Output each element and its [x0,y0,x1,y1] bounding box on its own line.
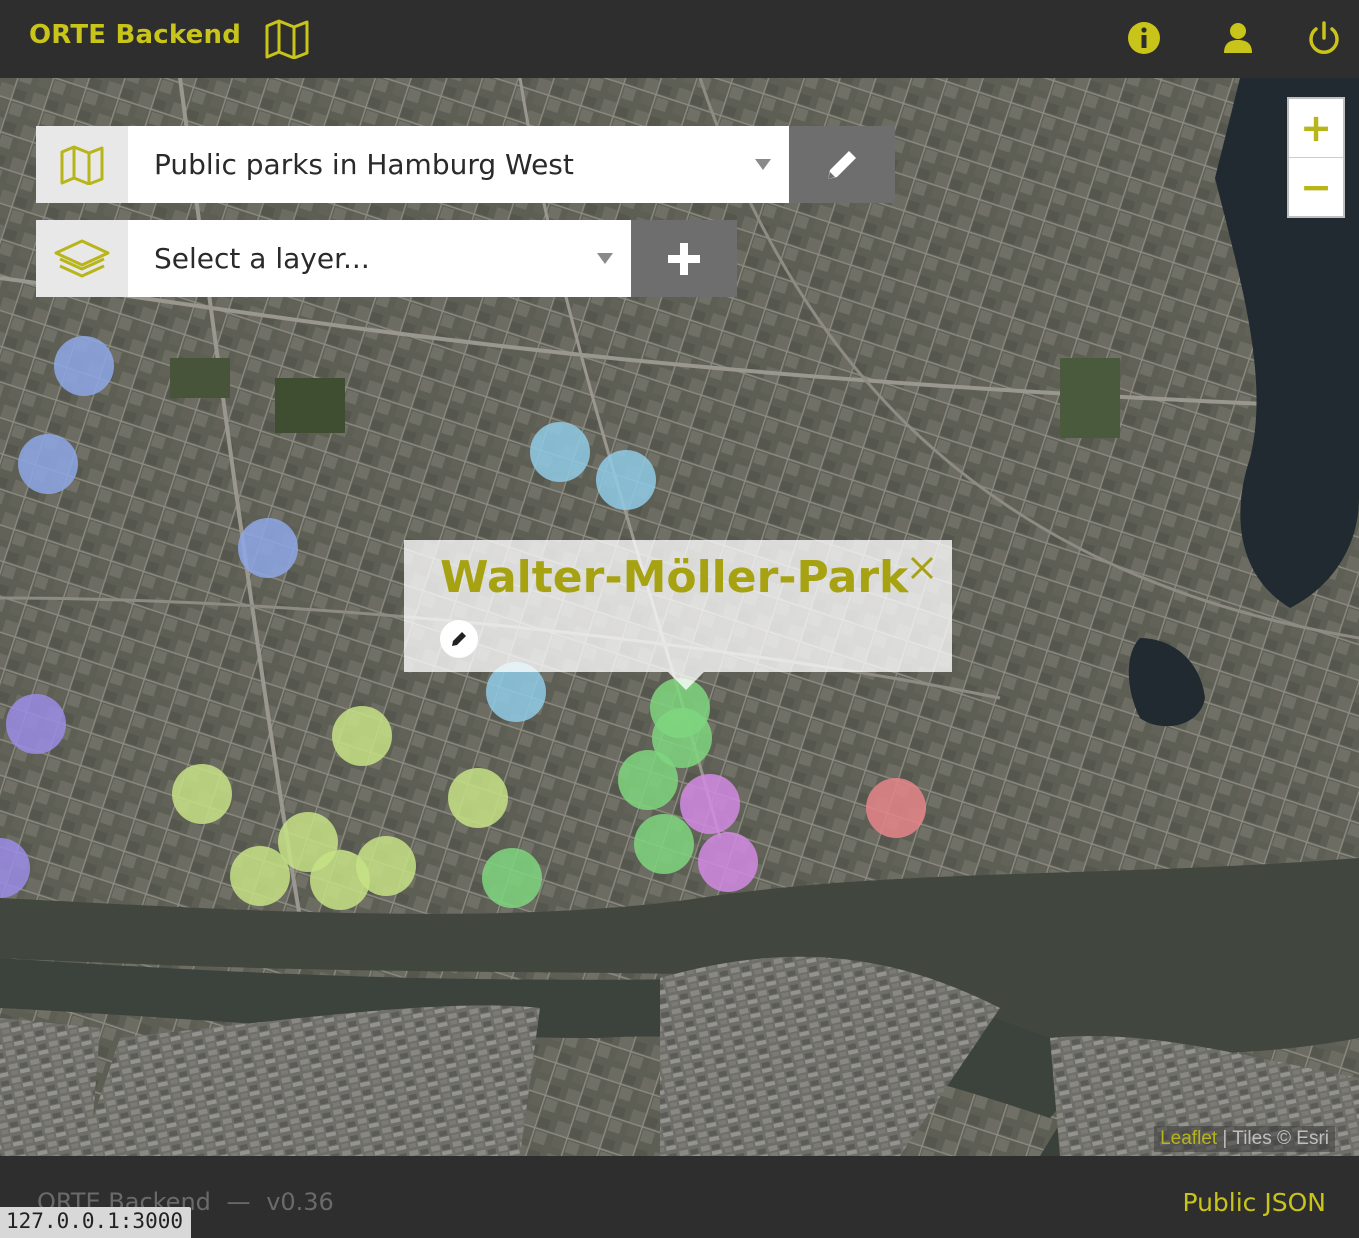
marker-popup: Walter-Möller-Park [404,540,952,690]
footer-version: v0.36 [266,1188,334,1216]
chevron-down-icon [755,159,771,170]
popup-edit-button[interactable] [440,620,478,658]
map-marker[interactable] [596,450,656,510]
map-icon [60,145,104,185]
map-marker[interactable] [634,814,694,874]
map-select-value: Public parks in Hamburg West [154,148,574,181]
popup-title: Walter-Möller-Park [440,552,909,603]
close-icon[interactable] [904,550,940,586]
map-select-icon-box [36,126,128,203]
zoom-in-button[interactable]: + [1289,99,1343,157]
map-view[interactable]: Walter-Möller-Park Public parks in Hambu… [0,78,1359,1156]
map-icon [265,19,309,59]
layer-selector-row: Select a layer... [36,220,737,297]
map-attribution: Leaflet | Tiles © Esri [1154,1126,1335,1152]
user-icon[interactable] [1220,20,1256,56]
layer-select-icon-box [36,220,128,297]
add-layer-button[interactable] [631,220,737,297]
map-marker[interactable] [18,434,78,494]
map-marker[interactable] [530,422,590,482]
footer-separator: — [226,1188,251,1216]
zoom-out-button[interactable]: − [1289,157,1343,216]
public-json-link[interactable]: Public JSON [1182,1188,1326,1217]
map-marker[interactable] [866,778,926,838]
map-marker[interactable] [680,774,740,834]
map-marker[interactable] [230,846,290,906]
edit-map-button[interactable] [789,126,895,203]
browser-status-url: 127.0.0.1:3000 [0,1207,192,1238]
map-marker[interactable] [6,694,66,754]
leaflet-link[interactable]: Leaflet [1160,1128,1217,1149]
map-marker[interactable] [618,750,678,810]
map-marker[interactable] [698,832,758,892]
app-header: ORTE Backend [0,0,1359,78]
map-selector-row: Public parks in Hamburg West [36,126,895,203]
zoom-control: + − [1287,97,1345,218]
app-title[interactable]: ORTE Backend [29,20,241,50]
map-marker[interactable] [54,336,114,396]
layer-select-placeholder: Select a layer... [154,242,370,275]
map-select[interactable]: Public parks in Hamburg West [128,126,789,203]
info-icon[interactable] [1126,20,1162,56]
chevron-down-icon [597,253,613,264]
layer-select[interactable]: Select a layer... [128,220,631,297]
pencil-icon [828,150,856,179]
power-icon[interactable] [1306,20,1342,56]
map-marker[interactable] [482,848,542,908]
layers-icon [54,239,110,277]
tiles-attribution: | Tiles © Esri [1217,1128,1329,1149]
popup-tip [668,672,704,690]
plus-icon [668,242,700,275]
app-footer: ORTE Backend — v0.36 Public JSON [0,1156,1359,1238]
pencil-icon [452,632,466,646]
map-marker[interactable] [238,518,298,578]
map-marker[interactable] [448,768,508,828]
map-marker[interactable] [332,706,392,766]
map-marker[interactable] [356,836,416,896]
map-marker[interactable] [172,764,232,824]
